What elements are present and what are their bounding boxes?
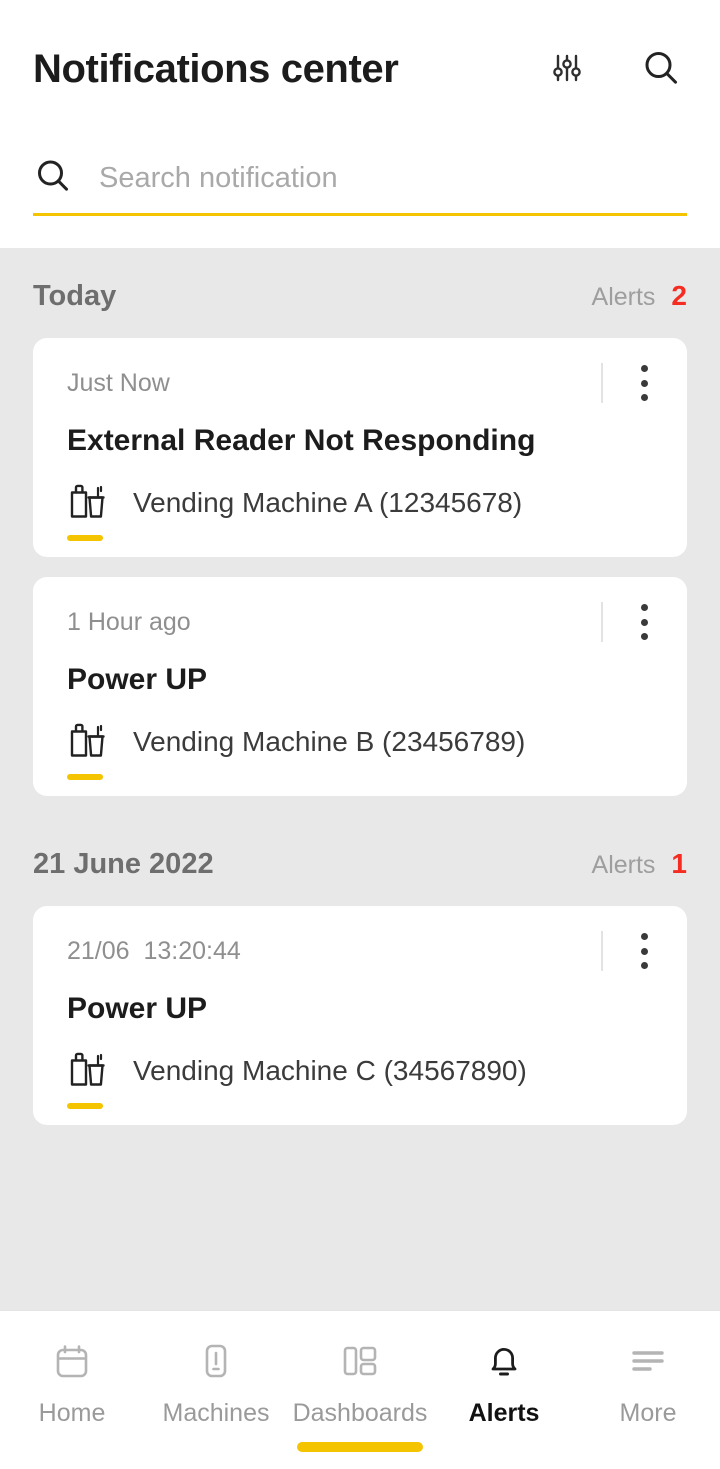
notification-card-top: 1 Hour ago <box>67 599 659 645</box>
notification-title: External Reader Not Responding <box>67 424 536 457</box>
notification-title: Power UP <box>67 992 208 1025</box>
notification-menu-area <box>601 599 659 645</box>
notification-time: Just Now <box>67 368 170 397</box>
machine-name: Vending Machine A (12345678) <box>133 487 523 518</box>
section-alerts-summary: Alerts 2 <box>592 280 687 312</box>
nav-item-home[interactable]: Home <box>0 1337 144 1428</box>
sliders-filter-icon <box>549 50 585 89</box>
alerts-count: 2 <box>671 280 687 311</box>
nav-item-dashboards[interactable]: Dashboards <box>288 1337 432 1428</box>
kebab-menu-icon[interactable] <box>629 601 659 643</box>
filter-button[interactable] <box>545 47 589 91</box>
alerts-label: Alerts <box>591 283 656 311</box>
notifications-list: Today Alerts 2 Just Now External Reader … <box>0 248 720 1310</box>
notification-card[interactable]: 1 Hour ago Power UP Vending Machine B (2… <box>33 577 687 796</box>
machine-accent-underline <box>67 535 103 541</box>
notification-machine-row: Vending Machine C (34567890) <box>67 1047 659 1109</box>
notification-card[interactable]: Just Now External Reader Not Responding <box>33 338 687 557</box>
nav-label-machines: Machines <box>162 1399 270 1427</box>
vertical-divider <box>601 363 603 403</box>
notification-card-top: Just Now <box>67 360 659 406</box>
nav-item-alerts[interactable]: Alerts <box>432 1337 576 1428</box>
nav-label-alerts: Alerts <box>468 1399 540 1427</box>
search-bar[interactable] <box>33 144 687 216</box>
kebab-menu-icon[interactable] <box>629 362 659 404</box>
vertical-divider <box>601 602 603 642</box>
header: Notifications center <box>0 0 720 248</box>
header-actions <box>545 47 687 91</box>
notification-time: 1 Hour ago <box>67 607 191 636</box>
nav-label-dashboards: Dashboards <box>292 1399 428 1427</box>
calendar-icon <box>50 1337 94 1385</box>
alerts-count: 1 <box>671 848 687 879</box>
nav-item-more[interactable]: More <box>576 1337 720 1428</box>
notification-title: Power UP <box>67 663 208 696</box>
nav-label-more: More <box>619 1399 677 1427</box>
machine-accent-underline <box>67 774 103 780</box>
section-header: Today Alerts 2 <box>33 248 687 338</box>
notification-machine-row: Vending Machine B (23456789) <box>67 718 659 780</box>
notification-card-top: 21/06 13:20:44 <box>67 928 659 974</box>
header-top-row: Notifications center <box>33 0 687 124</box>
device-alert-icon <box>194 1337 238 1385</box>
section-alerts-summary: Alerts 1 <box>592 848 687 880</box>
notification-time: 21/06 13:20:44 <box>67 936 241 965</box>
notification-machine-row: Vending Machine A (12345678) <box>67 479 659 541</box>
nav-item-machines[interactable]: Machines <box>144 1337 288 1428</box>
bell-icon <box>482 1337 526 1385</box>
alerts-label: Alerts <box>591 851 656 879</box>
search-icon <box>640 47 682 92</box>
section-header: 21 June 2022 Alerts 1 <box>33 816 687 906</box>
page-title: Notifications center <box>33 47 399 91</box>
search-input[interactable] <box>99 156 687 201</box>
notification-card[interactable]: 21/06 13:20:44 Power UP Vending Machine … <box>33 906 687 1125</box>
vending-machine-icon <box>67 718 109 780</box>
notification-menu-area <box>601 928 659 974</box>
notification-menu-area <box>601 360 659 406</box>
search-icon <box>33 156 73 201</box>
notifications-center-screen: Notifications center Search notification… <box>0 0 720 1469</box>
header-search-button[interactable] <box>639 47 683 91</box>
vending-machine-icon <box>67 479 109 541</box>
notification-section: Today Alerts 2 Just Now External Reader … <box>33 248 687 796</box>
home-indicator <box>297 1442 423 1452</box>
section-title: Today <box>33 280 117 312</box>
machine-name: Vending Machine B (23456789) <box>133 726 526 757</box>
vertical-divider <box>601 931 603 971</box>
menu-lines-icon <box>626 1337 670 1385</box>
dashboard-grid-icon <box>337 1337 383 1385</box>
notification-section: 21 June 2022 Alerts 1 21/06 13:20:44 Pow… <box>33 816 687 1125</box>
machine-name: Vending Machine C (34567890) <box>133 1055 527 1086</box>
vending-machine-icon <box>67 1047 109 1109</box>
section-title: 21 June 2022 <box>33 848 214 880</box>
kebab-menu-icon[interactable] <box>629 930 659 972</box>
nav-label-home: Home <box>38 1399 106 1427</box>
bottom-navigation: Home Machines Dashboards Alerts More <box>0 1310 720 1469</box>
machine-accent-underline <box>67 1103 103 1109</box>
